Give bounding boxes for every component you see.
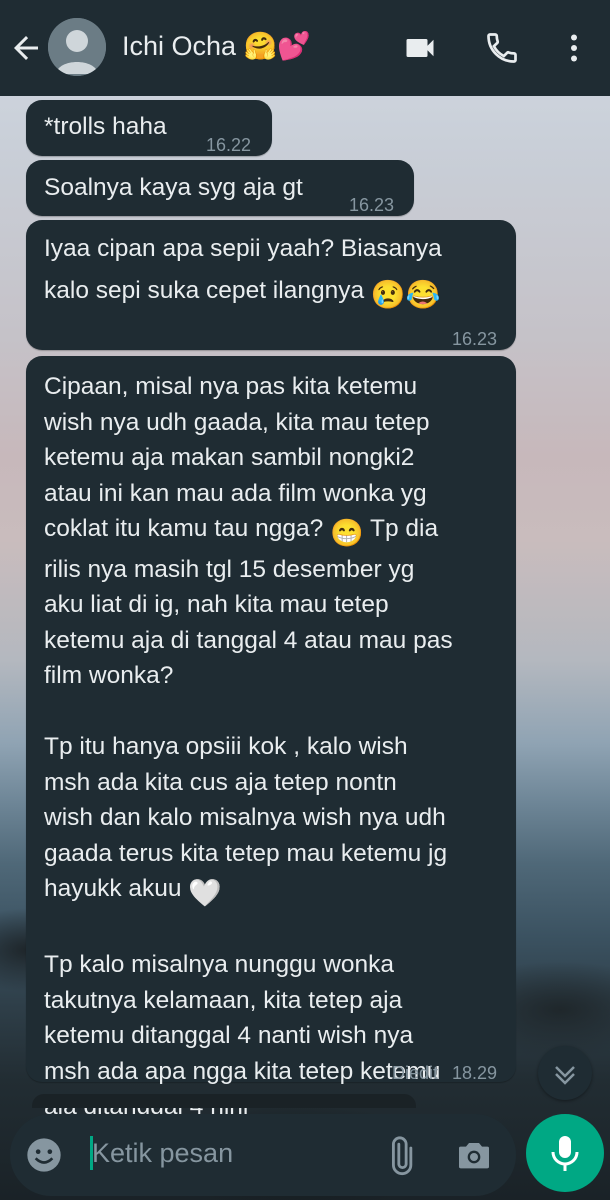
message-time: 16.23 <box>349 195 395 215</box>
message-text: Soalnya kaya syg aja gt <box>44 174 303 201</box>
scroll-down-button[interactable] <box>538 1046 592 1100</box>
emoji-white-heart: 🤍 <box>188 878 222 908</box>
attach-icon[interactable] <box>380 1136 420 1176</box>
emoji-crying-laughing: 😢😂 <box>370 279 441 310</box>
partial-message-bubble <box>32 1094 416 1108</box>
message-bubble[interactable]: Cipaan, misal nya pas kita ketemu wish n… <box>26 356 516 1119</box>
message-bubble[interactable]: *trolls haha 16.22 <box>26 100 272 156</box>
message-time: 16.22 <box>206 135 252 155</box>
mic-button[interactable] <box>526 1114 604 1192</box>
edited-label: Diedit <box>392 1063 439 1083</box>
message-text: *trolls haha <box>44 113 167 140</box>
mic-icon <box>551 1136 579 1171</box>
message-input-placeholder: Ketik pesan <box>92 1138 234 1168</box>
scroll-down-icon <box>555 1066 575 1085</box>
chat-header: Ichi Ocha 🤗💕 <box>0 0 610 96</box>
message-time: 18.29 <box>452 1063 498 1083</box>
video-call-icon[interactable] <box>400 30 436 66</box>
message-bubble[interactable]: Iyaa cipan apa sepii yaah? Biasanya kalo… <box>26 220 516 350</box>
more-vert-icon[interactable] <box>556 30 592 66</box>
message-time: 16.23 <box>452 329 498 349</box>
message-bubble[interactable]: Soalnya kaya syg aja gt 16.23 <box>26 160 414 216</box>
back-arrow-icon[interactable] <box>8 30 44 66</box>
emoji-icon[interactable] <box>24 1135 64 1175</box>
message-text: Tp dia rilis nya masih tgl 15 desember y… <box>44 515 453 902</box>
emoji-grin: 😁 <box>330 518 364 548</box>
contact-name[interactable]: Ichi Ocha 🤗💕 <box>122 30 311 62</box>
message-composer: Ketik pesan <box>10 1114 516 1196</box>
phone-icon[interactable] <box>484 30 520 66</box>
avatar[interactable] <box>48 18 106 76</box>
camera-icon[interactable] <box>454 1135 494 1175</box>
